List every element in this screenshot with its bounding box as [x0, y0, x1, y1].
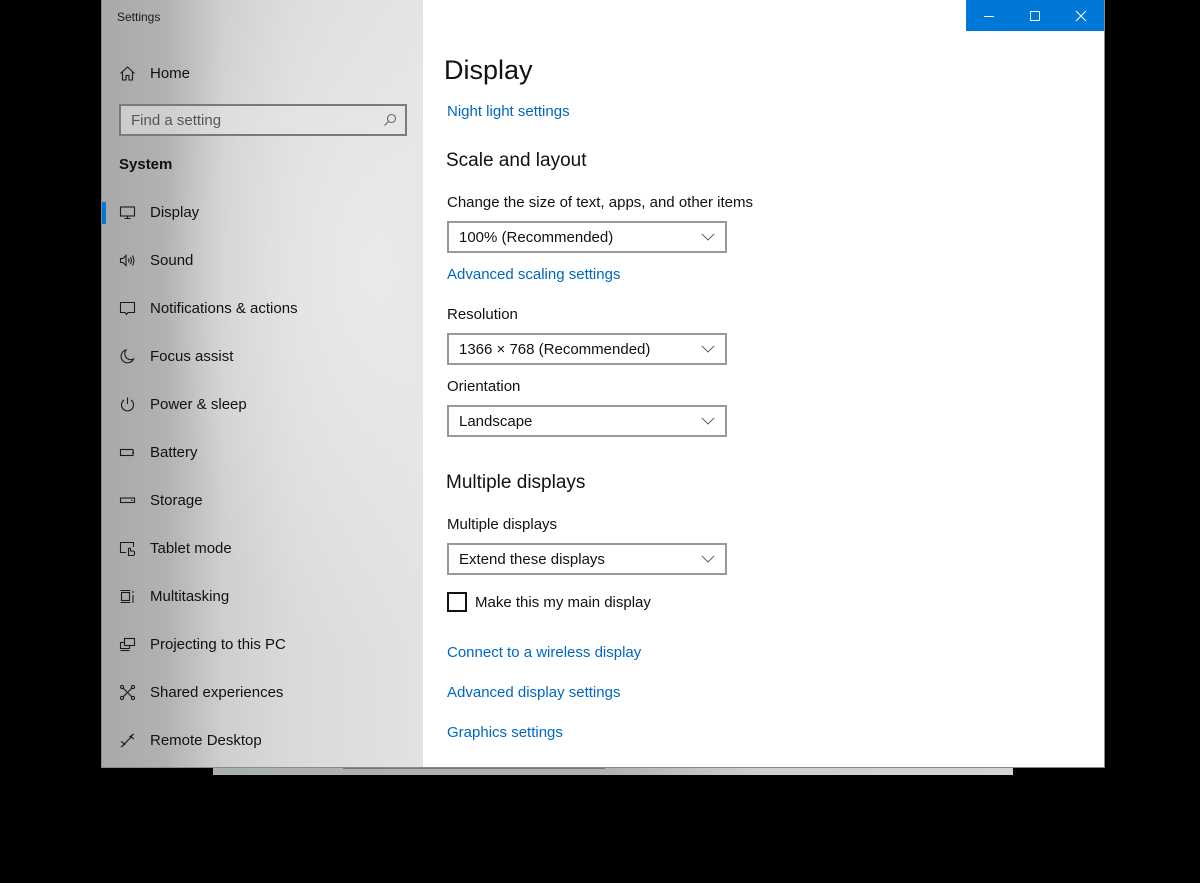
app-title: Settings — [117, 10, 161, 24]
scale-dropdown[interactable]: 100% (Recommended) — [447, 221, 727, 253]
minimize-button[interactable] — [966, 0, 1012, 31]
chevron-down-icon — [701, 417, 715, 425]
sidebar-item-label: Notifications & actions — [150, 299, 298, 317]
sidebar-item-projecting[interactable]: Projecting to this PC — [102, 620, 423, 668]
remote-desktop-icon — [102, 732, 150, 749]
sidebar-item-label: Battery — [150, 443, 198, 461]
main-display-checkbox-row[interactable]: Make this my main display — [447, 592, 651, 612]
sidebar: Settings Home System Display — [102, 0, 423, 767]
maximize-icon — [1030, 10, 1040, 21]
sidebar-item-label: Shared experiences — [150, 683, 284, 701]
sidebar-item-label: Remote Desktop — [150, 731, 262, 749]
sidebar-item-label: Focus assist — [150, 347, 234, 365]
close-icon — [1075, 10, 1087, 21]
home-icon — [102, 65, 150, 82]
main-display-checkbox[interactable] — [447, 592, 467, 612]
sidebar-item-multitasking[interactable]: Multitasking — [102, 572, 423, 620]
chevron-down-icon — [701, 345, 715, 353]
chevron-down-icon — [701, 555, 715, 563]
moon-icon — [102, 348, 150, 365]
sidebar-item-label: Tablet mode — [150, 539, 232, 557]
multiple-displays-dropdown-value: Extend these displays — [459, 550, 605, 568]
orientation-dropdown-value: Landscape — [459, 412, 533, 430]
sidebar-item-home[interactable]: Home — [102, 56, 423, 90]
tablet-mode-icon — [102, 540, 150, 557]
search-icon[interactable] — [383, 113, 397, 127]
sidebar-item-label: Projecting to this PC — [150, 635, 286, 653]
projecting-icon — [102, 636, 150, 653]
multiple-displays-dropdown[interactable]: Extend these displays — [447, 543, 727, 575]
maximize-button[interactable] — [1012, 0, 1058, 31]
sidebar-item-tablet-mode[interactable]: Tablet mode — [102, 524, 423, 572]
content-pane: Display Night light settings Scale and l… — [423, 0, 1105, 767]
sidebar-item-power-sleep[interactable]: Power & sleep — [102, 380, 423, 428]
sidebar-item-label: Sound — [150, 251, 194, 269]
search-input[interactable] — [131, 111, 383, 129]
settings-window: Settings Home System Display — [101, 0, 1105, 768]
sidebar-item-shared-experiences[interactable]: Shared experiences — [102, 668, 423, 716]
sidebar-item-focus-assist[interactable]: Focus assist — [102, 332, 423, 380]
chevron-down-icon — [701, 233, 715, 241]
sidebar-item-display[interactable]: Display — [102, 188, 423, 236]
graphics-settings-link[interactable]: Graphics settings — [447, 724, 563, 741]
sidebar-item-label: Storage — [150, 491, 203, 509]
size-label: Change the size of text, apps, and other… — [447, 194, 754, 211]
battery-icon — [102, 444, 150, 461]
multitasking-icon — [102, 588, 150, 605]
advanced-scaling-settings-link[interactable]: Advanced scaling settings — [447, 266, 620, 283]
sidebar-item-remote-desktop[interactable]: Remote Desktop — [102, 716, 423, 764]
group-title: System — [119, 156, 173, 173]
section-title-multiple-displays: Multiple displays — [446, 472, 586, 493]
sidebar-item-notifications[interactable]: Notifications & actions — [102, 284, 423, 332]
titlebar-controls — [966, 0, 1104, 31]
close-button[interactable] — [1058, 0, 1104, 31]
storage-icon — [102, 492, 150, 509]
sidebar-item-label: Home — [150, 64, 191, 82]
page-title: Display — [444, 55, 533, 85]
orientation-dropdown[interactable]: Landscape — [447, 405, 727, 437]
sidebar-nav: Display Sound Notifications & actions Fo… — [102, 188, 423, 764]
sidebar-item-sound[interactable]: Sound — [102, 236, 423, 284]
sidebar-item-storage[interactable]: Storage — [102, 476, 423, 524]
main-display-checkbox-label: Make this my main display — [475, 593, 651, 611]
monitor-icon — [102, 204, 150, 221]
advanced-display-settings-link[interactable]: Advanced display settings — [447, 684, 620, 701]
section-title-scale-layout: Scale and layout — [446, 150, 587, 171]
notification-icon — [102, 300, 150, 317]
resolution-dropdown[interactable]: 1366 × 768 (Recommended) — [447, 333, 727, 365]
minimize-icon — [984, 15, 994, 17]
night-light-settings-link[interactable]: Night light settings — [447, 103, 570, 120]
orientation-label: Orientation — [447, 378, 521, 395]
sidebar-item-battery[interactable]: Battery — [102, 428, 423, 476]
sidebar-item-label: Multitasking — [150, 587, 230, 605]
multiple-displays-label: Multiple displays — [447, 516, 558, 533]
resolution-dropdown-value: 1366 × 768 (Recommended) — [459, 340, 651, 358]
search-box[interactable] — [119, 104, 407, 136]
sidebar-item-label: Display — [150, 203, 200, 221]
scale-dropdown-value: 100% (Recommended) — [459, 228, 614, 246]
sidebar-item-label: Power & sleep — [150, 395, 247, 413]
resolution-label: Resolution — [447, 306, 518, 323]
connect-wireless-display-link[interactable]: Connect to a wireless display — [447, 644, 641, 661]
speaker-icon — [102, 252, 150, 269]
power-icon — [102, 396, 150, 413]
shared-experiences-icon — [102, 684, 150, 701]
